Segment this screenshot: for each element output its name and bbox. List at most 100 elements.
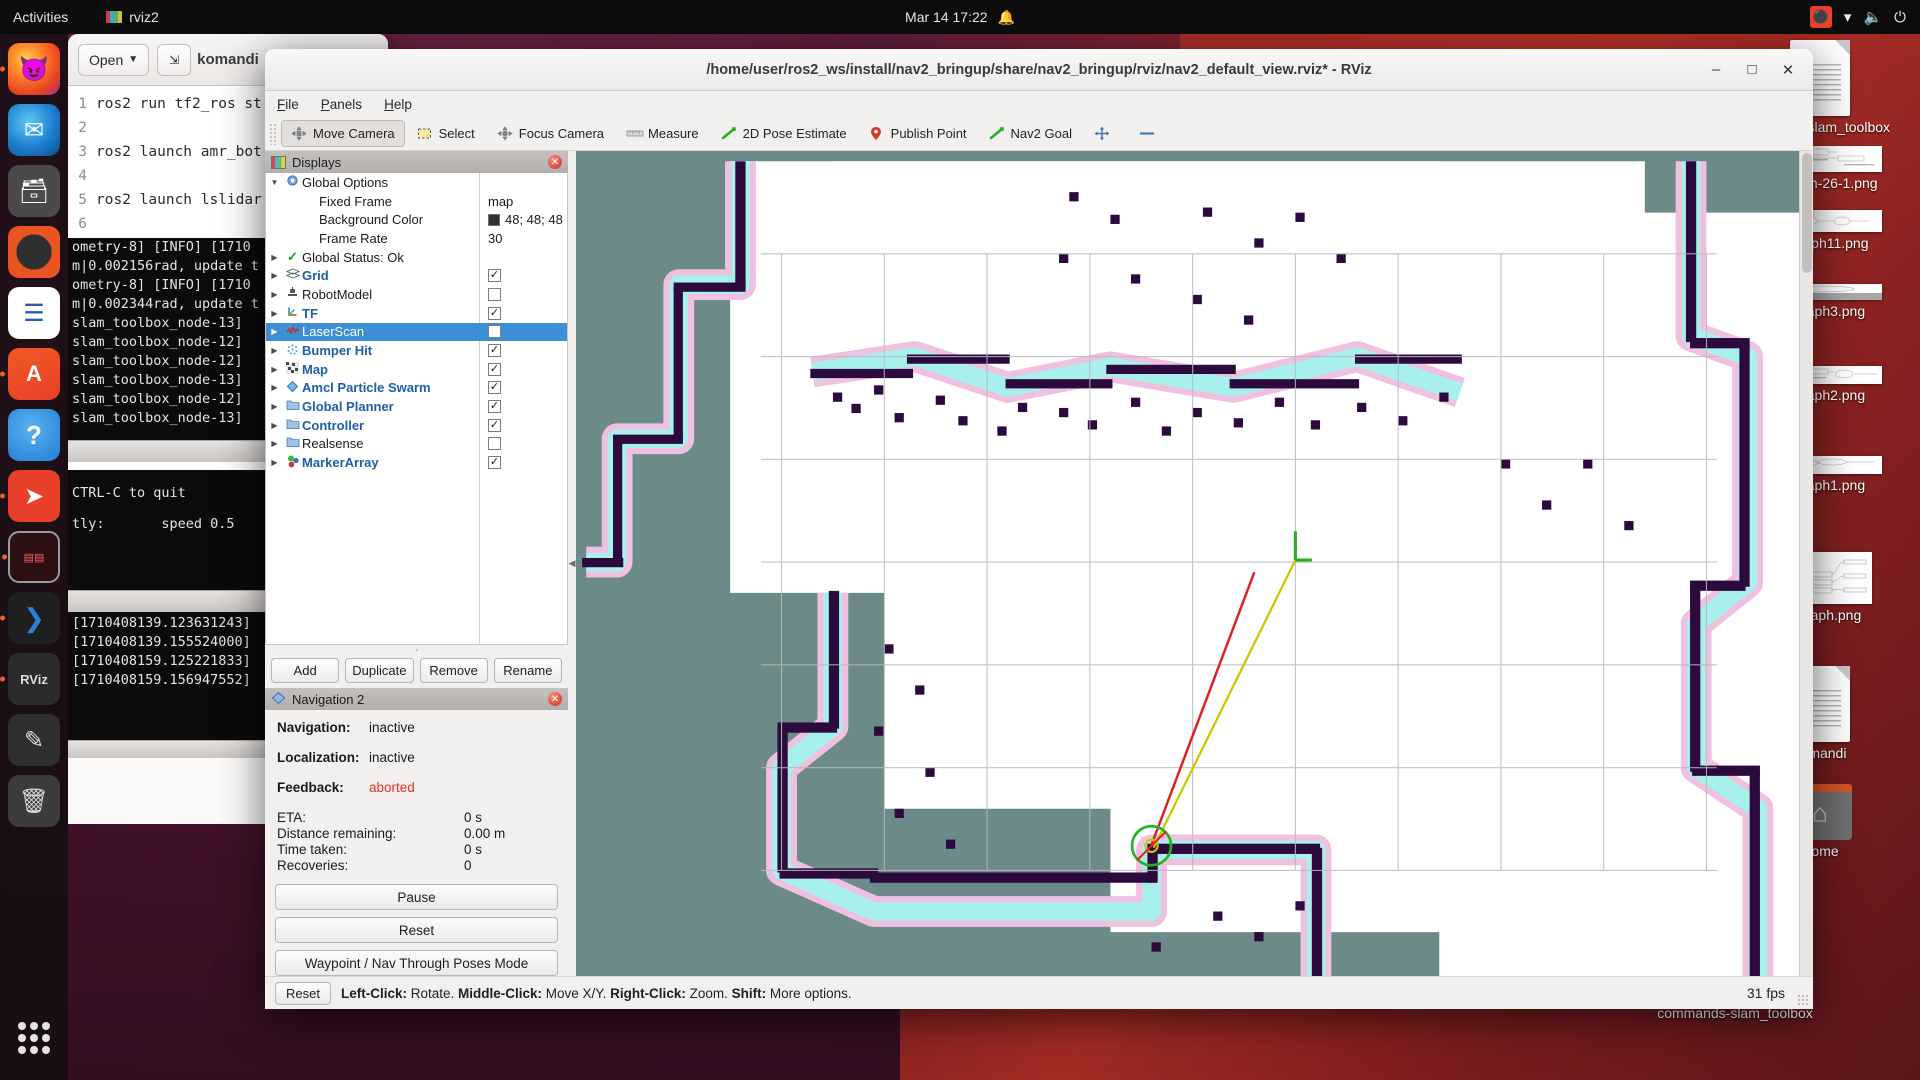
- activities-button[interactable]: Activities: [13, 9, 68, 25]
- rviz-3d-view[interactable]: [576, 151, 1799, 976]
- tree-row-robotmodel[interactable]: ▶ RobotModel: [266, 285, 567, 304]
- close-icon[interactable]: ✕: [548, 155, 562, 169]
- menu-panels[interactable]: Panels: [321, 97, 362, 112]
- minimize-button[interactable]: –: [1699, 55, 1733, 85]
- tree-row-global-status[interactable]: ▶ ✓ Global Status: Ok: [266, 248, 567, 267]
- displays-panel-header[interactable]: Displays ✕: [265, 151, 568, 173]
- tool-nav2-goal[interactable]: Nav2 Goal: [979, 120, 1082, 147]
- show-applications-button[interactable]: [10, 1014, 58, 1062]
- dock-item-thunderbird[interactable]: ✉: [8, 104, 60, 156]
- tree-row-fixed-frame[interactable]: Fixed Frame map: [266, 192, 567, 211]
- disclosure-arrow[interactable]: ▶: [266, 421, 283, 430]
- frame-rate-value[interactable]: 30: [488, 231, 502, 246]
- disclosure-arrow[interactable]: ▶: [266, 327, 283, 336]
- dock-item-terminal[interactable]: ▤▤: [8, 531, 60, 583]
- rviz-window[interactable]: /home/user/ros2_ws/install/nav2_bringup/…: [265, 49, 1813, 1009]
- tool-2d-pose-estimate[interactable]: 2D Pose Estimate: [711, 120, 857, 147]
- disclosure-arrow[interactable]: ▶: [266, 439, 283, 448]
- tree-row-frame-rate[interactable]: Frame Rate 30: [266, 229, 567, 248]
- rename-display-button[interactable]: Rename: [493, 658, 562, 683]
- tree-row-grid[interactable]: ▶ Grid ✓: [266, 266, 567, 285]
- waypoint-mode-button[interactable]: Waypoint / Nav Through Poses Mode: [275, 950, 558, 976]
- robotmodel-checkbox[interactable]: [488, 287, 501, 301]
- dock-item-libreoffice-writer[interactable]: ☰: [8, 287, 60, 339]
- tree-row-laserscan[interactable]: ▶ LaserScan: [266, 322, 567, 342]
- tree-row-global-options[interactable]: ▼ Global Options: [266, 173, 567, 192]
- tool-publish-point[interactable]: Publish Point: [859, 120, 977, 147]
- realsense-checkbox[interactable]: [488, 437, 501, 451]
- markerarray-checkbox[interactable]: ✓: [488, 456, 501, 470]
- disclosure-arrow[interactable]: ▶: [266, 271, 283, 280]
- tree-row-background-color[interactable]: Background Color 48; 48; 48: [266, 210, 567, 229]
- disclosure-arrow[interactable]: ▶: [266, 383, 283, 392]
- add-display-button[interactable]: Add: [271, 658, 340, 683]
- menu-file[interactable]: File: [277, 97, 299, 112]
- dock-item-vscode[interactable]: ❯: [8, 592, 60, 644]
- clock-menu[interactable]: Mar 14 17:22 🔔: [905, 9, 1015, 26]
- panel-splitter[interactable]: ◀: [568, 151, 576, 976]
- tool-focus-camera[interactable]: Focus Camera: [487, 120, 614, 147]
- menu-help[interactable]: Help: [384, 97, 412, 112]
- tree-row-realsense[interactable]: ▶ Realsense: [266, 435, 567, 454]
- bumper-hit-checkbox[interactable]: ✓: [488, 344, 501, 358]
- displays-resize-grip[interactable]: [265, 645, 568, 655]
- toolbar-grip[interactable]: [269, 122, 277, 145]
- fixed-frame-value[interactable]: map: [488, 194, 513, 209]
- amcl-checkbox[interactable]: ✓: [488, 381, 501, 395]
- tool-move-camera[interactable]: Move Camera: [281, 120, 405, 147]
- displays-tree[interactable]: ▼ Global Options Fixed Frame map Backgro…: [265, 173, 568, 645]
- dock-item-rviz[interactable]: RViz: [8, 653, 60, 705]
- dock-item-ubuntu-software-center[interactable]: [8, 226, 60, 278]
- tree-row-bumper-hit[interactable]: ▶ Bumper Hit ✓: [266, 341, 567, 360]
- tree-row-global-planner[interactable]: ▶ Global Planner ✓: [266, 397, 567, 416]
- close-icon[interactable]: ✕: [548, 692, 562, 706]
- navigation-panel-header[interactable]: Navigation 2 ✕: [265, 688, 568, 710]
- tree-row-map[interactable]: ▶ Map ✓: [266, 360, 567, 379]
- tf-checkbox[interactable]: ✓: [488, 306, 501, 320]
- open-button[interactable]: Open ▼: [78, 43, 150, 76]
- disclosure-arrow[interactable]: ▶: [266, 365, 283, 374]
- close-button[interactable]: ✕: [1771, 55, 1805, 85]
- tree-row-controller[interactable]: ▶ Controller ✓: [266, 416, 567, 435]
- duplicate-display-button[interactable]: Duplicate: [345, 658, 414, 683]
- remove-display-button[interactable]: Remove: [419, 658, 488, 683]
- tool-measure[interactable]: Measure: [616, 120, 709, 147]
- map-checkbox[interactable]: ✓: [488, 362, 501, 376]
- dock-item-help[interactable]: ?: [8, 409, 60, 461]
- dock-item-trash[interactable]: 🗑: [8, 775, 60, 827]
- dock-item-firefox[interactable]: 😈: [8, 43, 60, 95]
- rviz-titlebar[interactable]: /home/user/ros2_ws/install/nav2_bringup/…: [265, 49, 1813, 91]
- pause-button[interactable]: Pause: [275, 884, 558, 910]
- grid-checkbox[interactable]: ✓: [488, 269, 501, 283]
- active-app-menu[interactable]: rviz2: [106, 9, 159, 25]
- maximize-button[interactable]: □: [1735, 55, 1769, 85]
- dock-item-ubuntu-software[interactable]: A: [8, 348, 60, 400]
- tree-row-markerarray[interactable]: ▶ MarkerArray ✓: [266, 453, 567, 472]
- disclosure-arrow[interactable]: ▶: [266, 346, 283, 355]
- disclosure-arrow[interactable]: ▶: [266, 309, 283, 318]
- tool-interact[interactable]: [1128, 120, 1170, 147]
- new-tab-button[interactable]: ⇲: [157, 43, 192, 76]
- disclosure-arrow[interactable]: ▶: [266, 290, 283, 299]
- disclosure-arrow[interactable]: ▼: [266, 178, 283, 187]
- disclosure-arrow[interactable]: ▶: [266, 253, 283, 262]
- tool-select[interactable]: Select: [407, 120, 485, 147]
- scrollbar-thumb[interactable]: [1802, 153, 1812, 273]
- view-scrollbar[interactable]: [1799, 151, 1813, 976]
- window-resize-grip[interactable]: [1797, 994, 1809, 1006]
- disclosure-arrow[interactable]: ▶: [266, 402, 283, 411]
- screen-record-icon[interactable]: ⚫: [1809, 6, 1832, 28]
- controller-checkbox[interactable]: ✓: [488, 418, 501, 432]
- dock-item-files[interactable]: 🗃: [8, 165, 60, 217]
- system-status-area[interactable]: ⚫ ▾ 🔈 ⏻: [1809, 6, 1906, 28]
- laserscan-checkbox[interactable]: [488, 325, 501, 339]
- background-color-value[interactable]: 48; 48; 48: [488, 212, 563, 227]
- reset-view-button[interactable]: Reset: [275, 981, 331, 1005]
- tool-move[interactable]: [1084, 120, 1126, 147]
- tree-row-amcl-particle-swarm[interactable]: ▶ Amcl Particle Swarm ✓: [266, 379, 567, 398]
- global-planner-checkbox[interactable]: ✓: [488, 400, 501, 414]
- disclosure-arrow[interactable]: ▶: [266, 458, 283, 467]
- dock-item-rhythmbox[interactable]: ➤: [8, 470, 60, 522]
- tree-row-tf[interactable]: ▶ TF ✓: [266, 304, 567, 323]
- dock-item-text-editor[interactable]: ✎: [8, 714, 60, 766]
